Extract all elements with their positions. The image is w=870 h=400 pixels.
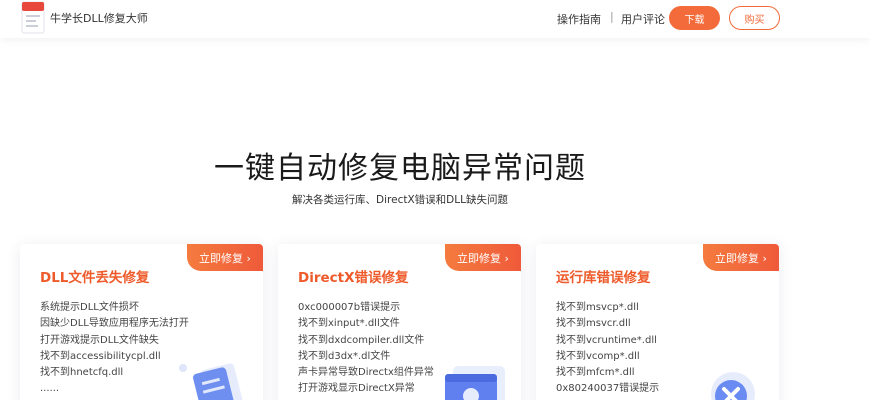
dll-file-illustration-icon <box>179 363 243 400</box>
card-issue-list: 0xc000007b错误提示 找不到xinput*.dll文件 找不到dxdco… <box>298 300 434 398</box>
list-item: 找不到vcomp*.dll <box>556 350 640 362</box>
runtime-error-illustration-icon <box>711 372 755 400</box>
repair-now-button[interactable]: 立即修复 › <box>703 244 779 271</box>
card-title: DirectX错误修复 <box>298 270 409 286</box>
card-issue-list: 找不到msvcp*.dll 找不到msvcr.dll 找不到vcruntime*… <box>556 300 659 398</box>
card-dll-repair: 立即修复 › DLL文件丢失修复 系统提示DLL文件损坏 因缺少DLL导致应用程… <box>20 244 263 400</box>
download-button[interactable]: 下载 <box>669 6 720 30</box>
top-navbar: 牛学长DLL修复大师 操作指南 | 用户评论 下载 购买 <box>0 0 870 38</box>
hero-subtitle: 解决各类运行库、DirectX错误和DLL缺失问题 <box>292 194 508 206</box>
hero-title: 一键自动修复电脑异常问题 <box>214 151 586 186</box>
list-item: 找不到hnetcfq.dll <box>40 367 124 379</box>
list-item: 找不到vcruntime*.dll <box>556 334 657 346</box>
list-item: 打开游戏提示DLL文件缺失 <box>40 334 159 346</box>
list-item: 0x80240037错误提示 <box>556 383 660 395</box>
list-item: 声卡异常导致Directx组件异常 <box>298 367 434 379</box>
list-item: 找不到mfcm*.dll <box>556 367 635 379</box>
list-item: 因缺少DLL导致应用程序无法打开 <box>40 318 189 330</box>
nav-link-guide[interactable]: 操作指南 <box>557 11 601 27</box>
list-item: 找不到accessibilitycpl.dll <box>40 350 161 362</box>
list-item: 0xc000007b错误提示 <box>298 302 401 313</box>
list-item: 找不到xinput*.dll文件 <box>298 318 400 330</box>
card-directx-repair: 立即修复 › DirectX错误修复 0xc000007b错误提示 找不到xin… <box>278 244 521 400</box>
repair-now-button[interactable]: 立即修复 › <box>187 244 263 271</box>
list-item: 找不到d3dx*.dl文件 <box>298 350 391 362</box>
list-item: 打开游戏显示DirectX异常 <box>298 383 415 395</box>
list-item: 找不到dxdcompiler.dll文件 <box>298 334 425 346</box>
app-logo-icon[interactable] <box>21 1 45 34</box>
app-name[interactable]: 牛学长DLL修复大师 <box>50 10 148 26</box>
list-item: 找不到msvcp*.dll <box>556 302 639 313</box>
buy-button[interactable]: 购买 <box>729 6 780 30</box>
card-runtime-repair: 立即修复 › 运行库错误修复 找不到msvcp*.dll 找不到msvcr.dl… <box>536 244 779 400</box>
card-title: DLL文件丢失修复 <box>40 270 150 286</box>
list-item: 找不到msvcr.dll <box>556 318 631 330</box>
directx-window-illustration-icon <box>445 366 505 400</box>
card-issue-list: 系统提示DLL文件损坏 因缺少DLL导致应用程序无法打开 打开游戏提示DLL文件… <box>40 300 189 398</box>
nav-separator: | <box>610 10 614 23</box>
list-item: 系统提示DLL文件损坏 <box>40 302 139 313</box>
nav-link-reviews[interactable]: 用户评论 <box>621 11 665 27</box>
list-item: ...... <box>40 383 60 395</box>
repair-now-button[interactable]: 立即修复 › <box>445 244 521 271</box>
card-title: 运行库错误修复 <box>556 270 651 286</box>
